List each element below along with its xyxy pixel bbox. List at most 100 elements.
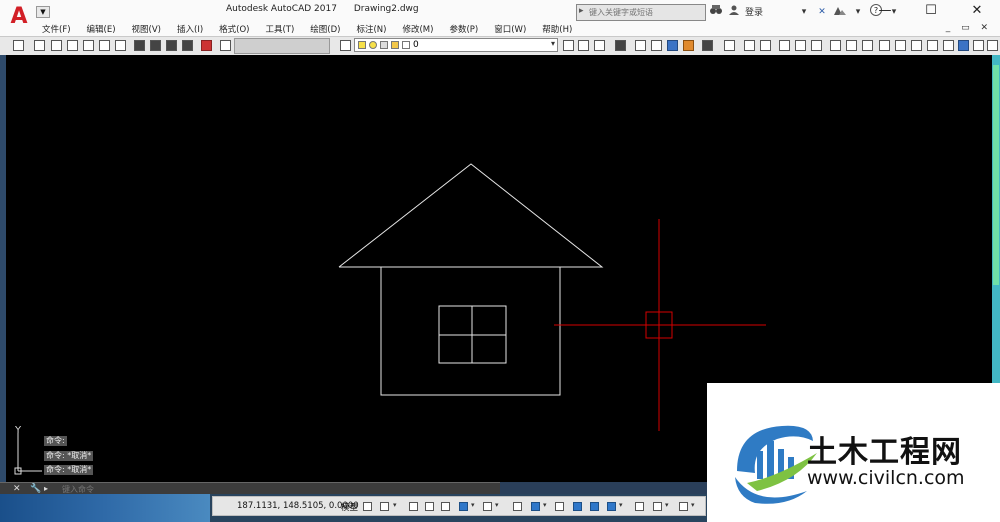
quick-access-dropdown-icon[interactable]: ▼ bbox=[36, 6, 50, 18]
ucs-apply-icon[interactable] bbox=[927, 40, 938, 51]
isodraft-icon[interactable] bbox=[483, 502, 492, 511]
vertical-scrollbar[interactable] bbox=[993, 65, 999, 285]
hide-icon[interactable] bbox=[615, 40, 626, 51]
menu-tools[interactable]: 工具(T) bbox=[265, 23, 294, 35]
open-icon[interactable] bbox=[51, 40, 62, 51]
layer-states-icon[interactable] bbox=[594, 40, 605, 51]
paste-icon[interactable] bbox=[166, 40, 177, 51]
layer-dropdown[interactable]: 0 ▾ bbox=[354, 38, 558, 52]
close-button[interactable]: ✕ bbox=[954, 0, 1000, 22]
infer-constraints-icon[interactable] bbox=[409, 502, 418, 511]
copy-icon[interactable] bbox=[150, 40, 161, 51]
search-box[interactable]: ▸ bbox=[576, 4, 706, 21]
ucs-y-icon[interactable] bbox=[895, 40, 906, 51]
annotation-dropdown-icon[interactable]: ▾ bbox=[691, 501, 695, 509]
transparency-icon[interactable] bbox=[573, 502, 582, 511]
layer-viewport-freeze-icon[interactable] bbox=[380, 41, 388, 49]
menu-file[interactable]: 文件(F) bbox=[42, 23, 71, 35]
ucs-face-icon[interactable] bbox=[779, 40, 790, 51]
user-icon[interactable] bbox=[727, 5, 741, 18]
ucs-world-icon[interactable] bbox=[744, 40, 755, 51]
ucs-object-icon[interactable] bbox=[795, 40, 806, 51]
house-wall[interactable] bbox=[380, 266, 561, 396]
workspace-switch-icon[interactable] bbox=[653, 502, 662, 511]
layer-on-icon[interactable] bbox=[358, 41, 366, 49]
menu-format[interactable]: 格式(O) bbox=[219, 23, 249, 35]
menu-modify[interactable]: 修改(M) bbox=[402, 23, 433, 35]
layer-previous-icon[interactable] bbox=[578, 40, 589, 51]
annotation-monitor-icon[interactable] bbox=[679, 502, 688, 511]
print-icon[interactable] bbox=[83, 40, 94, 51]
workspace-icon[interactable] bbox=[958, 40, 969, 51]
new-icon[interactable] bbox=[34, 40, 45, 51]
visual-style-hidden-icon[interactable] bbox=[651, 40, 662, 51]
application-menu-button[interactable]: A bbox=[6, 4, 32, 30]
workspace-combo[interactable] bbox=[234, 38, 330, 54]
house-roof[interactable] bbox=[338, 163, 604, 268]
visual-style-conceptual-icon[interactable] bbox=[683, 40, 694, 51]
ucs-view-icon[interactable] bbox=[811, 40, 822, 51]
exchange-icon[interactable]: ✕ bbox=[815, 7, 829, 17]
layer-lock-icon[interactable] bbox=[391, 41, 399, 49]
ucs-icon[interactable] bbox=[724, 40, 735, 51]
isodraft-dropdown-icon[interactable]: ▾ bbox=[495, 501, 499, 509]
ucs-3point-icon[interactable] bbox=[862, 40, 873, 51]
toolbar-overflow-icon[interactable] bbox=[987, 40, 998, 51]
visual-style-realistic-icon[interactable] bbox=[667, 40, 678, 51]
object-snap-dropdown-icon[interactable]: ▾ bbox=[543, 501, 547, 509]
workspace-dropdown-icon[interactable]: ▾ bbox=[665, 501, 669, 509]
minimize-button[interactable]: — bbox=[862, 0, 908, 22]
ucs-previous-icon[interactable] bbox=[760, 40, 771, 51]
lineweight-icon[interactable] bbox=[555, 502, 564, 511]
search-expand-icon[interactable]: ▸ bbox=[579, 6, 584, 16]
polar-tracking-icon[interactable] bbox=[459, 502, 468, 511]
polar-dropdown-icon[interactable]: ▾ bbox=[471, 501, 475, 509]
login-link[interactable]: 登录 bbox=[745, 5, 763, 18]
layer-color-icon[interactable] bbox=[402, 41, 410, 49]
snap-icon[interactable] bbox=[380, 502, 389, 511]
menu-insert[interactable]: 插入(I) bbox=[177, 23, 203, 35]
document-window-controls[interactable]: _ ▭ ✕ bbox=[946, 23, 992, 33]
selection-cycling-icon[interactable] bbox=[590, 502, 599, 511]
login-dropdown-icon[interactable]: ▾ bbox=[797, 7, 811, 17]
visual-style-wireframe-icon[interactable] bbox=[635, 40, 646, 51]
menu-parametric[interactable]: 参数(P) bbox=[449, 23, 478, 35]
object-snap-tracking-icon[interactable] bbox=[513, 502, 522, 511]
grid-icon[interactable] bbox=[363, 502, 372, 511]
match-properties-icon[interactable] bbox=[182, 40, 193, 51]
save-icon[interactable] bbox=[67, 40, 78, 51]
ucs-x-icon[interactable] bbox=[879, 40, 890, 51]
plot-preview-icon[interactable] bbox=[99, 40, 110, 51]
ucs-named-icon[interactable] bbox=[943, 40, 954, 51]
toolbar-grip-icon[interactable] bbox=[13, 40, 24, 51]
model-space-button[interactable]: 模型 bbox=[341, 501, 358, 513]
publish-icon[interactable] bbox=[115, 40, 126, 51]
object-snap-icon[interactable] bbox=[531, 502, 540, 511]
render-icon[interactable] bbox=[702, 40, 713, 51]
view-cube-icon[interactable] bbox=[973, 40, 984, 51]
maximize-button[interactable]: ☐ bbox=[908, 0, 954, 22]
3d-snap-dropdown-icon[interactable]: ▾ bbox=[619, 501, 623, 509]
layer-properties-icon[interactable] bbox=[340, 40, 351, 51]
search-input[interactable] bbox=[589, 5, 701, 19]
ucs-z-axis-icon[interactable] bbox=[846, 40, 857, 51]
ucs-z-icon[interactable] bbox=[911, 40, 922, 51]
dynamic-input-icon[interactable] bbox=[425, 502, 434, 511]
menu-view[interactable]: 视图(V) bbox=[132, 23, 161, 35]
layer-dropdown-arrow-icon[interactable]: ▾ bbox=[551, 39, 555, 48]
binoculars-icon[interactable] bbox=[709, 5, 723, 18]
3d-object-snap-icon[interactable] bbox=[607, 502, 616, 511]
ucs-origin-icon[interactable] bbox=[830, 40, 841, 51]
pan-icon[interactable] bbox=[220, 40, 231, 51]
autodesk-a360-icon[interactable] bbox=[833, 5, 847, 18]
snap-dropdown-icon[interactable]: ▾ bbox=[393, 501, 397, 509]
menu-dimension[interactable]: 标注(N) bbox=[356, 23, 386, 35]
menu-window[interactable]: 窗口(W) bbox=[494, 23, 526, 35]
cut-icon[interactable] bbox=[134, 40, 145, 51]
menu-help[interactable]: 帮助(H) bbox=[542, 23, 572, 35]
menu-draw[interactable]: 绘图(D) bbox=[310, 23, 340, 35]
layer-freeze-icon[interactable] bbox=[369, 41, 377, 49]
annotation-scale-icon[interactable] bbox=[635, 502, 644, 511]
make-current-icon[interactable] bbox=[563, 40, 574, 51]
ortho-icon[interactable] bbox=[441, 502, 450, 511]
